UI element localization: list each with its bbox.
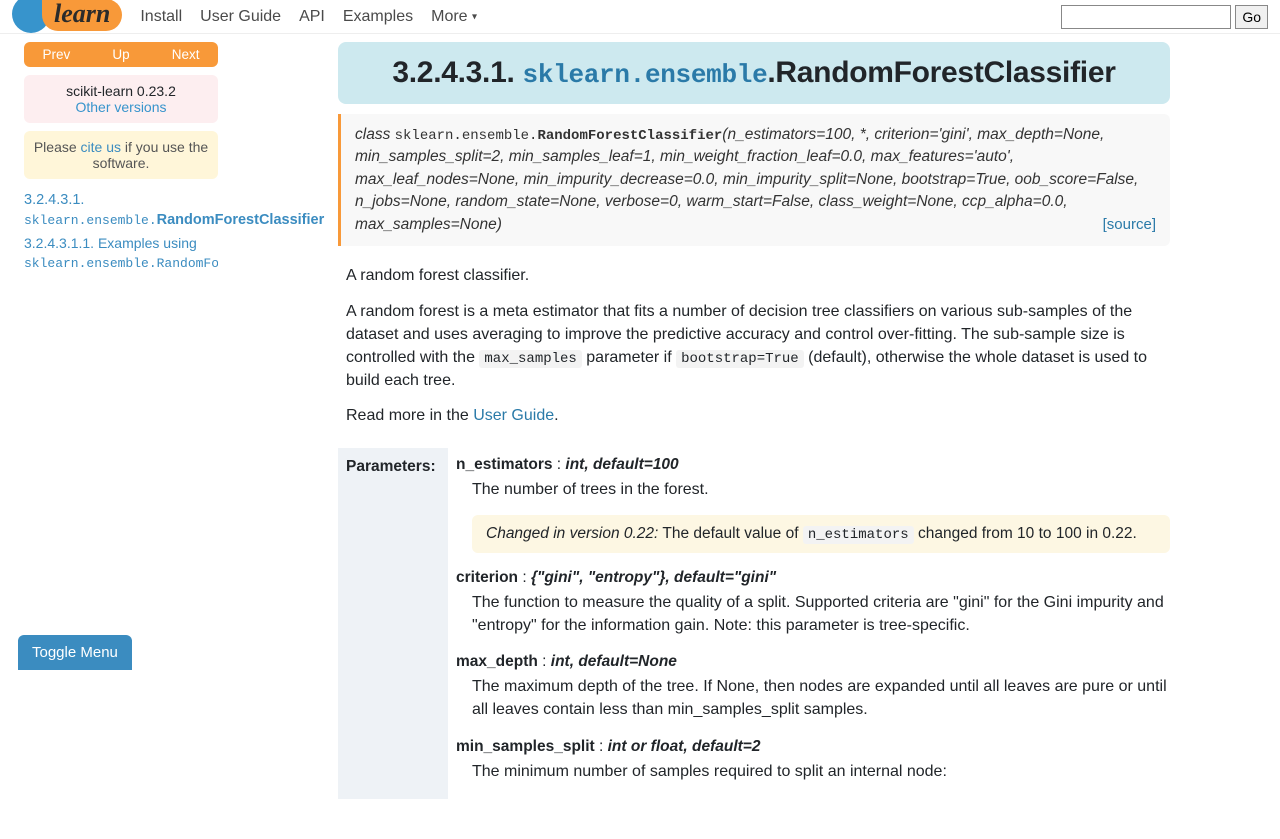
cite-box: Please cite us if you use the software. (24, 131, 218, 179)
chevron-down-icon: ▾ (472, 11, 477, 22)
param-criterion: criterion : {"gini", "entropy"}, default… (456, 569, 1170, 637)
page-title: 3.2.4.3.1. sklearn.ensemble.RandomForest… (338, 42, 1170, 104)
param-desc: The function to measure the quality of a… (472, 591, 1170, 637)
nav-examples[interactable]: Examples (343, 8, 413, 26)
sidebar: Prev Up Next scikit-learn 0.23.2 Other v… (0, 34, 228, 839)
title-module-link[interactable]: sklearn.ensemble (523, 60, 768, 90)
parameters-section: Parameters: n_estimators : int, default=… (338, 448, 1170, 799)
param-max_depth: max_depth : int, default=None The maximum… (456, 653, 1170, 721)
prev-up-next-nav: Prev Up Next (24, 42, 218, 67)
main-content: 3.2.4.3.1. sklearn.ensemble.RandomForest… (228, 34, 1280, 839)
nav-api[interactable]: API (299, 8, 325, 26)
parameters-label: Parameters: (338, 448, 448, 799)
version-changed-note: Changed in version 0.22: The default val… (472, 515, 1170, 553)
top-navbar: scikit learn Install User Guide API Exam… (0, 0, 1280, 34)
code-bootstrap: bootstrap=True (676, 350, 804, 368)
nav-links: Install User Guide API Examples More ▾ (140, 8, 1061, 26)
desc-p1: A random forest classifier. (346, 264, 1170, 287)
logo-scikit-text: scikit (52, 0, 80, 3)
param-desc: The minimum number of samples required t… (472, 760, 1170, 783)
nav-prev[interactable]: Prev (24, 42, 89, 67)
cite-us-link[interactable]: cite us (81, 139, 121, 155)
param-head: criterion : {"gini", "entropy"}, default… (456, 569, 1170, 587)
nav-install[interactable]: Install (140, 8, 182, 26)
other-versions-link[interactable]: Other versions (75, 99, 166, 115)
logo-learn-text: learn (42, 0, 122, 31)
param-min_samples_split: min_samples_split : int or float, defaul… (456, 738, 1170, 783)
param-desc: The number of trees in the forest. (472, 478, 1170, 501)
class-signature: class sklearn.ensemble.RandomForestClass… (338, 114, 1170, 246)
version-label: scikit-learn 0.23.2 (30, 83, 212, 99)
logo[interactable]: scikit learn (12, 1, 122, 33)
user-guide-link[interactable]: User Guide (473, 407, 554, 424)
search-input[interactable] (1061, 5, 1231, 29)
toc-current[interactable]: 3.2.4.3.1. sklearn.ensemble.RandomForest… (24, 191, 218, 230)
nav-next[interactable]: Next (153, 42, 218, 67)
param-head: max_depth : int, default=None (456, 653, 1170, 671)
param-desc: The maximum depth of the tree. If None, … (472, 675, 1170, 721)
toc-examples[interactable]: 3.2.4.3.1.1. Examples using sklearn.ense… (24, 235, 218, 270)
desc-p2: A random forest is a meta estimator that… (346, 300, 1170, 393)
toggle-menu-button[interactable]: Toggle Menu (18, 635, 132, 670)
param-n_estimators: n_estimators : int, default=100 The numbe… (456, 456, 1170, 553)
nav-user-guide[interactable]: User Guide (200, 8, 281, 26)
source-link[interactable]: [source] (1103, 214, 1156, 236)
nav-more[interactable]: More ▾ (431, 8, 477, 26)
search-go-button[interactable]: Go (1235, 5, 1268, 29)
description: A random forest classifier. A random for… (346, 264, 1170, 427)
version-box: scikit-learn 0.23.2 Other versions (24, 75, 218, 123)
search-form: Go (1061, 5, 1268, 29)
param-head: n_estimators : int, default=100 (456, 456, 1170, 474)
nav-up[interactable]: Up (89, 42, 154, 67)
desc-p3: Read more in the User Guide. (346, 404, 1170, 427)
toc: 3.2.4.3.1. sklearn.ensemble.RandomForest… (24, 191, 218, 273)
code-max-samples: max_samples (479, 350, 581, 368)
param-head: min_samples_split : int or float, defaul… (456, 738, 1170, 756)
